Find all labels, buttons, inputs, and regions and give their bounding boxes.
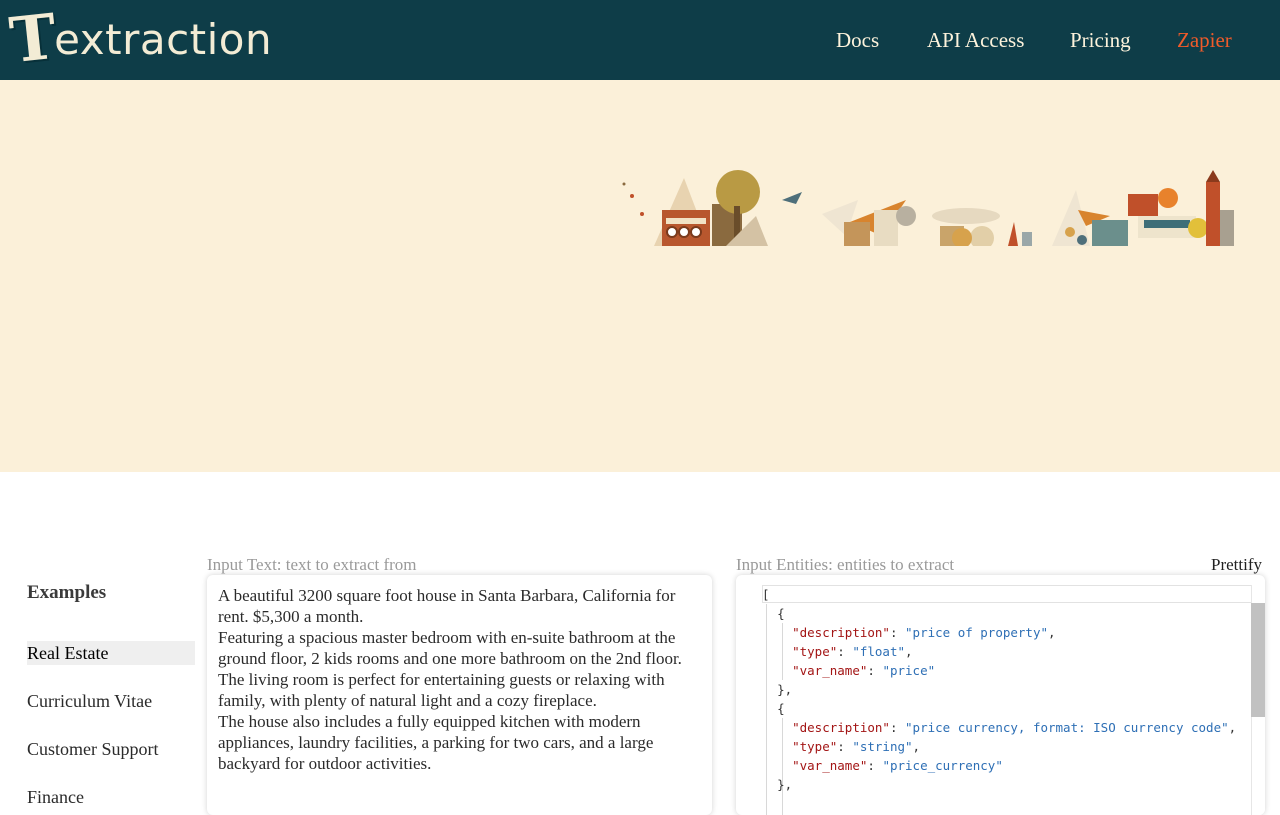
json-code: [ { "description": "price of property", … (762, 585, 1250, 794)
code-line: }, (777, 777, 793, 792)
code-line: "var_name": "price_currency" (792, 758, 1003, 773)
input-text-paragraph: The living room is perfect for entertain… (218, 670, 665, 710)
paper-collage-illustration (622, 170, 1234, 246)
logo-wordmark: extraction (54, 15, 273, 64)
nav-zapier-link[interactable]: Zapier (1177, 28, 1232, 54)
code-line: }, (777, 682, 793, 697)
code-line: "description": "price currency, format: … (792, 720, 1237, 735)
example-curriculum-vitae[interactable]: Curriculum Vitae (27, 689, 195, 713)
nav-api-access-link[interactable]: API Access (927, 28, 1024, 54)
example-real-estate[interactable]: Real Estate (27, 641, 195, 665)
input-text-paragraph: A beautiful 3200 square foot house in Sa… (218, 586, 676, 626)
logo-letter-t: T (6, 0, 60, 78)
nav-docs-link[interactable]: Docs (836, 28, 879, 54)
input-text-paragraph: Featuring a spacious master bedroom with… (218, 628, 682, 668)
input-text-label: Input Text: text to extract from (207, 555, 417, 574)
top-navbar: Textraction Docs API Access Pricing Zapi… (0, 0, 1280, 80)
code-line: "type": "float", (792, 644, 913, 659)
prettify-button[interactable]: Prettify (1211, 555, 1262, 575)
examples-heading: Examples (27, 582, 107, 603)
hero-banner (0, 80, 1280, 472)
code-line: "description": "price of property", (792, 625, 1056, 640)
nav-pricing-link[interactable]: Pricing (1070, 28, 1131, 54)
input-text-paragraph: The house also includes a fully equipped… (218, 712, 654, 773)
input-entities-label: Input Entities: entities to extract (736, 555, 955, 574)
example-finance[interactable]: Finance (27, 785, 195, 809)
code-line: "type": "string", (792, 739, 921, 754)
input-text-content: A beautiful 3200 square foot house in Sa… (218, 585, 706, 774)
example-customer-support[interactable]: Customer Support (27, 737, 195, 761)
textraction-logo[interactable]: Textraction (6, 0, 273, 78)
editor-scrollbar-thumb[interactable] (1251, 603, 1265, 717)
code-line: "var_name": "price" (792, 663, 936, 678)
code-line: { (777, 606, 785, 621)
code-line: [ (762, 587, 770, 602)
input-entities-editor[interactable]: [ { "description": "price of property", … (736, 575, 1265, 815)
input-text-area[interactable]: A beautiful 3200 square foot house in Sa… (207, 575, 712, 815)
code-line: { (777, 701, 785, 716)
